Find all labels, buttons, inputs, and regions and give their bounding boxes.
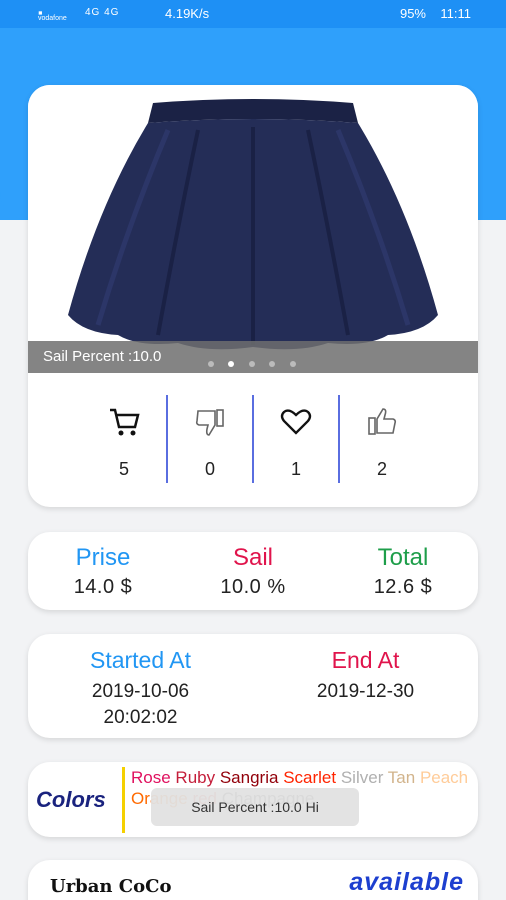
color-item: Scarlet: [283, 768, 337, 787]
like-stat[interactable]: 2: [339, 395, 425, 485]
color-item: Tan: [387, 768, 416, 787]
network-type: 4G 4G: [85, 7, 120, 18]
thumbs-down-icon: [195, 409, 224, 436]
slider-dot[interactable]: [289, 361, 296, 367]
color-item: Ruby: [175, 768, 216, 787]
colors-label: Colors: [36, 787, 106, 812]
thumbs-up-icon: [368, 408, 397, 435]
cart-stat[interactable]: 5: [81, 395, 167, 485]
product-stats: 5 0 1 2: [28, 395, 478, 485]
total-column: Total 12.6 $: [328, 532, 478, 610]
cart-count: 5: [118, 459, 129, 479]
price-card: Prise 14.0 $ Sail 10.0 % Total 12.6 $: [28, 532, 478, 610]
carrier-name: vodafone: [38, 15, 67, 22]
status-bar: ▪ vodafone 4G 4G 4.19K/s 95% 11:11: [0, 0, 506, 28]
started-label: Started At: [89, 647, 191, 673]
shop-card: Urban CoCo available: [28, 860, 478, 900]
brand-name: Urban CoCo: [50, 876, 172, 897]
product-card: Sail Percent :10.0 5 0 1 2: [28, 85, 478, 507]
end-label: End At: [331, 647, 400, 673]
total-label: Total: [377, 544, 429, 571]
slider-dots: [208, 354, 306, 367]
like-count: 2: [376, 459, 387, 479]
favorite-count: 1: [290, 459, 301, 479]
battery-level: 95%: [399, 6, 426, 21]
color-item: Sangria: [219, 768, 279, 787]
dates-card: Started At 2019-10-06 20:02:02 End At 20…: [28, 634, 478, 738]
toast-message: Sail Percent :10.0 Hi: [151, 788, 359, 826]
skirt-image: [68, 99, 438, 350]
prise-label: Prise: [75, 544, 131, 571]
slider-dot[interactable]: [248, 361, 255, 367]
dislike-count: 0: [204, 459, 215, 479]
started-value: 2019-10-06 20:02:02: [91, 681, 190, 728]
sail-label: Sail: [232, 544, 274, 571]
network-speed: 4.19K/s: [165, 6, 210, 21]
availability-status: available: [349, 868, 464, 896]
color-item: Peach: [419, 768, 469, 787]
colors-divider: [122, 767, 125, 833]
sale-percent-label: Sail Percent :10.0: [43, 348, 162, 365]
sail-column: Sail 10.0 %: [178, 532, 328, 610]
cart-icon: [110, 408, 140, 436]
slider-dot[interactable]: [208, 361, 214, 367]
end-value: 2019-12-30: [316, 681, 415, 702]
color-item: Rose: [131, 768, 171, 787]
total-value: 12.6 $: [373, 576, 433, 598]
clock: 11:11: [440, 6, 471, 21]
color-item: Silver: [340, 768, 384, 787]
dislike-stat[interactable]: 0: [167, 395, 253, 485]
product-image-slider[interactable]: Sail Percent :10.0: [28, 85, 478, 373]
sail-value: 10.0 %: [220, 576, 286, 598]
favorite-stat[interactable]: 1: [253, 395, 339, 485]
prise-column: Prise 14.0 $: [28, 532, 178, 610]
heart-icon: [280, 409, 312, 435]
prise-value: 14.0 $: [73, 576, 133, 598]
